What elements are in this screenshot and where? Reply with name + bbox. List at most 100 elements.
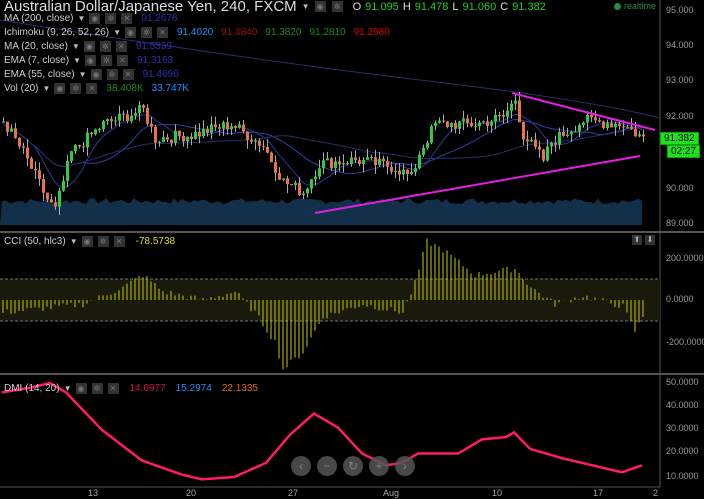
close-icon[interactable]: ✕ <box>122 69 134 80</box>
gear-icon[interactable]: ✲ <box>91 383 103 394</box>
candle-body <box>566 134 569 136</box>
candle-body <box>174 130 177 143</box>
candle-body <box>390 166 393 172</box>
pane-down-button[interactable]: ⬇ <box>645 235 655 245</box>
candle-body <box>222 122 225 129</box>
time-tick: 17 <box>593 488 604 498</box>
candle-body <box>62 180 65 191</box>
candle-body <box>294 182 297 186</box>
zoom-out-button[interactable]: − <box>317 456 337 476</box>
gear-icon[interactable]: ✲ <box>70 83 82 94</box>
chevron-down-icon[interactable]: ▼ <box>70 237 78 246</box>
candle-body <box>430 126 433 143</box>
scroll-right-button[interactable]: › <box>395 456 415 476</box>
gear-icon[interactable]: ✲ <box>99 41 111 52</box>
candle-body <box>218 127 221 129</box>
gear-icon[interactable]: ✲ <box>97 236 109 247</box>
candle-body <box>98 129 101 131</box>
eye-icon[interactable]: ◉ <box>75 383 87 394</box>
candle-body <box>66 160 69 181</box>
candle-body <box>246 131 249 141</box>
indicator-value: 91.2980 <box>353 27 390 38</box>
indicator-value: 91.3820 <box>265 27 302 38</box>
candle-body <box>162 137 165 142</box>
gear-icon[interactable]: ✲ <box>100 55 112 66</box>
eye-icon[interactable]: ◉ <box>90 69 102 80</box>
eye-icon[interactable]: ◉ <box>54 83 66 94</box>
time-tick: 27 <box>288 488 299 498</box>
close-icon[interactable]: ✕ <box>121 13 133 24</box>
close-icon[interactable]: ✕ <box>116 55 128 66</box>
candle-body <box>82 146 85 148</box>
indicator-value: 38.408K <box>106 83 144 94</box>
indicator-legend: Ichimoku (9, 26, 52, 26) ▼ ◉ ✲ ✕ 91.4020 91.48… <box>4 27 390 38</box>
candle-body <box>278 173 281 180</box>
candle-body <box>614 123 617 128</box>
chevron-down-icon[interactable]: ▼ <box>113 28 121 37</box>
scroll-left-button[interactable]: ‹ <box>291 456 311 476</box>
close-icon[interactable]: ✕ <box>156 27 168 38</box>
candle-body <box>518 100 521 123</box>
eye-icon[interactable]: ◉ <box>124 27 136 38</box>
gear-icon[interactable]: ✲ <box>140 27 152 38</box>
chevron-down-icon[interactable]: ▼ <box>302 2 310 11</box>
chevron-down-icon[interactable]: ▼ <box>42 84 50 93</box>
candle-body <box>350 157 353 165</box>
chevron-down-icon[interactable]: ▼ <box>79 70 87 79</box>
close-icon[interactable]: ✕ <box>86 83 98 94</box>
last-price-tag: 91.382 <box>660 132 699 145</box>
reset-button[interactable]: ↻ <box>343 456 363 476</box>
candle-body <box>630 126 633 130</box>
candle-body <box>146 107 149 124</box>
candle-body <box>242 124 245 132</box>
candle-body <box>422 147 425 155</box>
chevron-down-icon[interactable]: ▼ <box>77 14 85 23</box>
dmi-legend: DMI (14, 20) ▼ ◉ ✲ ✕ 14.6977 15.2974 22.1335 <box>4 383 258 394</box>
candle-body <box>418 154 421 169</box>
candle-body <box>378 158 381 166</box>
candle-body <box>526 139 529 142</box>
zoom-in-button[interactable]: + <box>369 456 389 476</box>
candle-body <box>586 114 589 123</box>
candle-body <box>414 168 417 173</box>
candle-body <box>134 113 137 116</box>
chevron-down-icon[interactable]: ▼ <box>64 384 72 393</box>
candle-body <box>370 157 373 159</box>
ohlc-readout: O 91.095 H 91.478 L 91.060 C 91.382 <box>352 0 546 13</box>
candle-body <box>58 190 61 207</box>
candle-body <box>434 122 437 127</box>
realtime-indicator: realtime <box>614 1 656 11</box>
candle-body <box>342 163 345 165</box>
chevron-down-icon[interactable]: ▼ <box>72 42 80 51</box>
candle-body <box>142 105 145 108</box>
candle-body <box>166 137 169 140</box>
candle-body <box>18 137 21 147</box>
eye-icon[interactable]: ◉ <box>81 236 93 247</box>
bar-countdown-tag: 02:27 <box>667 145 701 158</box>
eye-icon[interactable]: ◉ <box>83 41 95 52</box>
candle-body <box>22 146 25 148</box>
candle-body <box>458 121 461 129</box>
candle-body <box>50 199 53 203</box>
eye-icon[interactable]: ◉ <box>89 13 101 24</box>
candle-body <box>394 170 397 172</box>
gear-icon[interactable]: ✲ <box>106 69 118 80</box>
dmi-value: 15.2974 <box>175 383 212 394</box>
candle-body <box>190 136 193 139</box>
candle-body <box>454 123 457 129</box>
eye-icon[interactable]: ◉ <box>314 1 326 12</box>
chevron-down-icon[interactable]: ▼ <box>73 56 81 65</box>
candle-body <box>102 121 105 130</box>
close-icon[interactable]: ✕ <box>113 236 125 247</box>
candle-body <box>94 129 97 135</box>
close-icon[interactable]: ✕ <box>107 383 119 394</box>
price-tick: 93.000 <box>666 75 694 85</box>
pane-up-button[interactable]: ⬆ <box>632 235 642 245</box>
close-icon[interactable]: ✕ <box>115 41 127 52</box>
eye-icon[interactable]: ◉ <box>84 55 96 66</box>
gear-icon[interactable]: ✲ <box>331 1 343 12</box>
candle-body <box>382 158 385 162</box>
indicator-value: 91.4840 <box>221 27 258 38</box>
gear-icon[interactable]: ✲ <box>105 13 117 24</box>
indicator-value: 91.5339 <box>135 41 172 52</box>
